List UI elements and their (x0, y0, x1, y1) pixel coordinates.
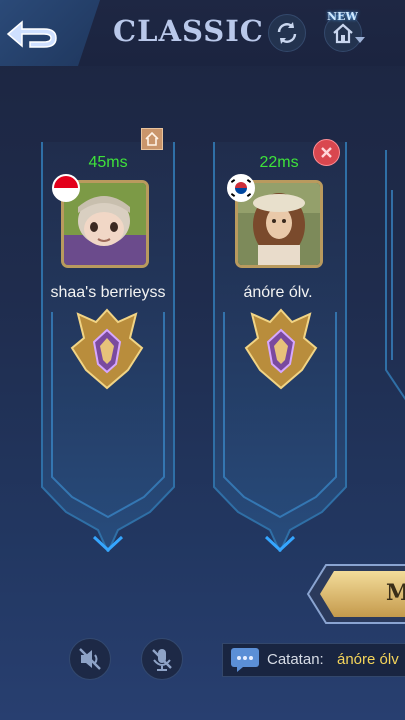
flag-icon-south-korea (227, 174, 255, 202)
page-title: CLASSIC (113, 14, 264, 48)
chat-prefix: Catatan: (267, 651, 324, 668)
ping-label: 22ms (259, 154, 299, 171)
mic-muted-icon (152, 649, 172, 671)
refresh-icon (277, 22, 297, 44)
refresh-button[interactable] (268, 14, 306, 52)
new-badge: NEW (327, 10, 358, 23)
player-slot[interactable]: 22ms ánóre ólv. (208, 132, 352, 552)
kick-button[interactable] (313, 139, 340, 166)
host-icon (141, 128, 163, 150)
close-icon (321, 147, 332, 158)
match-button-label: M (386, 580, 405, 606)
back-arrow-icon (6, 20, 57, 48)
player-slot-partial (385, 150, 405, 401)
chevron-down-icon[interactable] (355, 37, 365, 43)
mythic-rank-icon (242, 308, 320, 390)
mythic-rank-icon (68, 308, 146, 390)
chat-icon[interactable] (230, 647, 260, 673)
speaker-muted-icon (79, 648, 101, 670)
ping-label: 45ms (88, 154, 128, 171)
chat-sender-name: ánóre ólv (337, 651, 399, 668)
speaker-button[interactable] (69, 638, 111, 680)
mic-button[interactable] (141, 638, 183, 680)
flag-icon-indonesia (52, 174, 80, 202)
player-slot[interactable]: 45ms shaa's berrieyss (36, 132, 180, 552)
player-name: ánóre ólv. (243, 284, 313, 301)
player-name: shaa's berrieyss (50, 284, 166, 301)
